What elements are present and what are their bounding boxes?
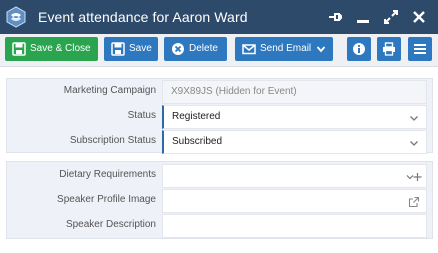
delete-label: Delete <box>189 43 218 54</box>
form-row-subscription-status: Subscription Status Subscribed <box>7 130 432 154</box>
window-title: Event attendance for Aaron Ward <box>38 9 248 25</box>
cut-off-content <box>0 246 438 253</box>
save-icon <box>12 42 26 56</box>
delete-button[interactable]: Delete <box>164 37 227 61</box>
info-icon <box>352 42 366 56</box>
info-button[interactable] <box>347 37 371 61</box>
speaker-profile-image-field[interactable] <box>162 189 427 213</box>
form-row-marketing-campaign: Marketing Campaign X9X89JS (Hidden for E… <box>7 80 432 104</box>
chevron-down-icon <box>408 112 420 124</box>
envelope-icon <box>242 42 256 56</box>
speaker-description-field[interactable] <box>162 214 427 238</box>
app-logo-icon <box>4 5 28 29</box>
maximize-icon[interactable] <box>382 8 400 26</box>
chevron-down-icon <box>316 42 326 56</box>
form-row-dietary-requirements: Dietary Requirements <box>7 164 432 188</box>
save-and-close-button[interactable]: Save & Close <box>5 37 98 61</box>
print-button[interactable] <box>377 37 401 61</box>
form-row-speaker-description: Speaker Description <box>7 214 432 238</box>
menu-button[interactable] <box>408 37 432 61</box>
form-row-status: Status Registered <box>7 105 432 129</box>
field-label: Marketing Campaign <box>63 85 156 96</box>
field-label: Subscription Status <box>69 135 156 146</box>
minimize-icon[interactable] <box>354 8 372 26</box>
field-value: Subscribed <box>172 136 223 147</box>
toolbar: Save & Close Save Delete Send Email <box>0 34 438 67</box>
form-row-speaker-profile-image: Speaker Profile Image <box>7 189 432 213</box>
save-label: Save <box>129 43 152 54</box>
field-label: Speaker Profile Image <box>57 194 156 205</box>
form-section-speaker: Dietary Requirements Speaker Profile Ima… <box>6 161 433 239</box>
title-bar: Event attendance for Aaron Ward <box>0 0 438 34</box>
field-value: Registered <box>172 111 221 122</box>
subscription-status-select[interactable]: Subscribed <box>162 130 427 154</box>
save-button[interactable]: Save <box>104 37 158 61</box>
close-icon[interactable] <box>410 8 428 26</box>
field-value: X9X89JS (Hidden for Event) <box>171 86 297 97</box>
field-label: Status <box>127 110 156 121</box>
pin-icon[interactable] <box>326 8 344 26</box>
marketing-campaign-field: X9X89JS (Hidden for Event) <box>162 80 427 104</box>
field-label: Speaker Description <box>65 219 156 230</box>
print-icon <box>382 42 396 56</box>
menu-icon <box>413 42 427 56</box>
form-section-general: Marketing Campaign X9X89JS (Hidden for E… <box>6 78 433 154</box>
delete-icon <box>171 42 185 56</box>
dietary-requirements-multiselect[interactable] <box>162 164 427 188</box>
chevron-add-icon <box>406 171 422 183</box>
send-email-label: Send Email <box>260 43 312 54</box>
status-select[interactable]: Registered <box>162 105 427 129</box>
send-email-button[interactable]: Send Email <box>235 37 333 61</box>
chevron-down-icon <box>408 137 420 149</box>
save-icon <box>111 42 125 56</box>
save-and-close-label: Save & Close <box>30 43 91 54</box>
field-label: Dietary Requirements <box>59 169 156 180</box>
external-link-icon[interactable] <box>408 196 420 208</box>
